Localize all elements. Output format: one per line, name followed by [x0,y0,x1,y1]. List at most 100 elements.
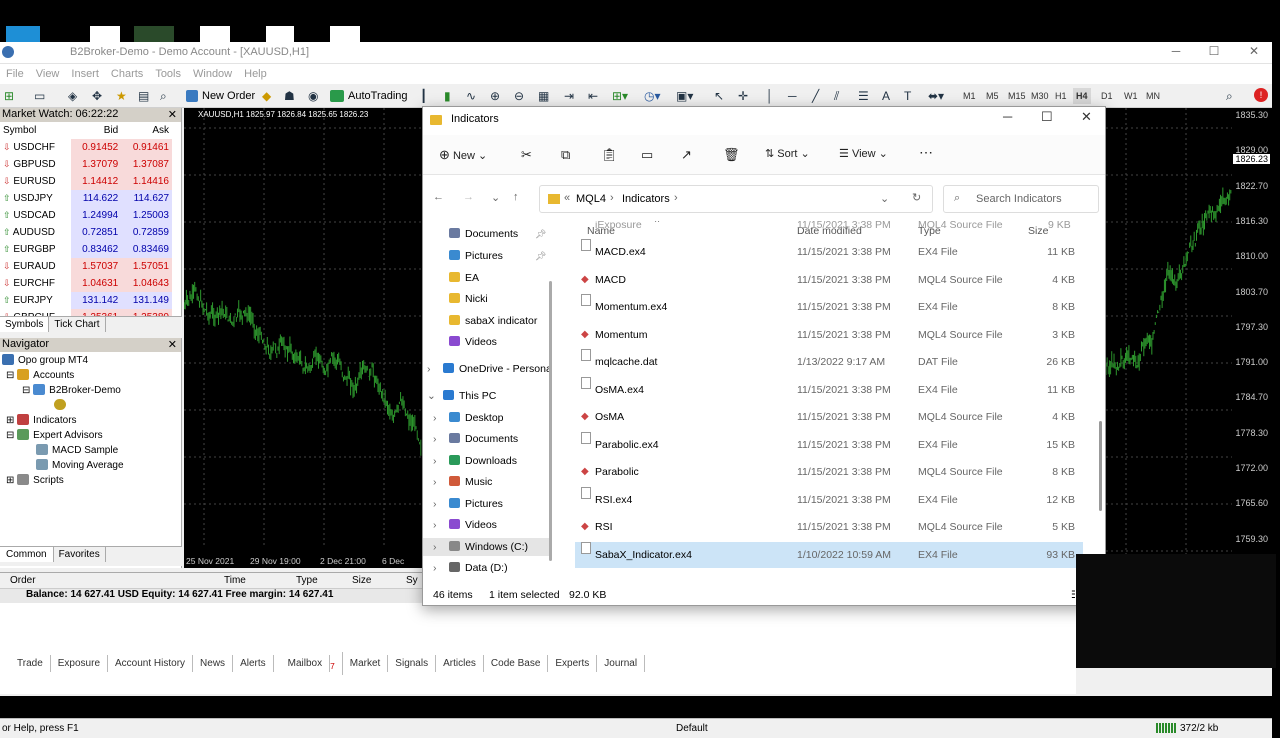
notifications-icon[interactable]: ! [1254,88,1268,102]
nav-root[interactable]: Opo group MT4 [2,354,88,366]
chevron-right-icon[interactable]: › [427,360,431,378]
taskbar-thumb[interactable] [330,26,360,42]
fibonacci-icon[interactable]: ☰ [858,88,869,104]
tab-market[interactable]: Market [343,655,389,672]
close-icon[interactable]: ✕ [168,338,177,351]
text-icon[interactable]: A [882,88,890,104]
nav-pane-item[interactable]: › OneDrive - Persona [423,360,552,378]
file-row[interactable]: ◆ Momentum 11/15/2021 3:38 PM MQL4 Source F… [575,322,1083,348]
bar-chart-icon[interactable]: ┃ [420,88,427,104]
nav-pane-item[interactable]: › Documents [423,430,551,448]
autotrading-button[interactable]: AutoTrading [328,88,408,104]
paste-icon[interactable]: 📋︎ [601,147,618,163]
more-icon[interactable]: ⋯ [919,144,933,161]
close-icon[interactable]: ✕ [1081,109,1092,125]
file-row[interactable]: mqlcache.dat 1/13/2022 9:17 AM DAT File 26 … [575,349,1083,375]
nav-pane-item[interactable]: sabaX indicator [423,312,551,330]
menu-help[interactable]: Help [238,64,273,80]
file-row[interactable]: ◆ MACD 11/15/2021 3:38 PM MQL4 Source File 4… [575,267,1083,293]
file-row-partial[interactable]: iExposure 11/15/2021 3:38 PM MQL4 Source F… [575,221,1083,238]
taskbar-thumb[interactable] [200,26,230,42]
tab-articles[interactable]: Articles [436,655,484,672]
sort-button[interactable]: ⇅ Sort ⌄ [765,147,810,160]
nav-pane-item[interactable]: Pictures 📌︎ [423,247,551,265]
indicators-icon[interactable]: ⊞▾ [612,88,628,104]
autoscroll-icon[interactable]: ⇥ [564,88,574,104]
nav-pane-item[interactable]: › Desktop [423,409,551,427]
cut-icon[interactable]: ✂ [521,147,532,163]
market-watch-row[interactable]: ⇩ USDCHF 0.91452 0.91461 [0,139,172,156]
tile-icon[interactable]: ▦ [538,88,549,104]
nav-pane-item[interactable]: › Downloads [423,452,551,470]
tab-tick-chart[interactable]: Tick Chart [49,317,106,332]
tab-common[interactable]: Common [0,547,54,562]
tab-account-history[interactable]: Account History [108,655,194,672]
col-symbol[interactable]: Sy [406,575,418,586]
templates-icon[interactable]: ▣▾ [676,88,693,104]
nav-account-user[interactable] [54,399,70,411]
back-icon[interactable]: ← [433,191,444,203]
nav-pane-item[interactable]: › Videos [423,516,551,534]
nav-pane-item[interactable]: Nicki [423,290,551,308]
file-row[interactable]: Momentum.ex4 11/15/2021 3:38 PM EX4 File 8 … [575,294,1083,320]
arrows-icon[interactable]: ⬌▾ [928,88,944,104]
tab-exposure[interactable]: Exposure [51,655,109,672]
file-row[interactable]: OsMA.ex4 11/15/2021 3:38 PM EX4 File 11 KB [575,376,1083,403]
file-row[interactable]: RSI.ex4 11/15/2021 3:38 PM EX4 File 12 KB [575,486,1083,513]
vertical-line-icon[interactable]: │ [766,88,774,104]
tab-code-base[interactable]: Code Base [484,655,549,672]
metaeditor-icon[interactable]: ◆ [262,88,271,104]
market-watch-row[interactable]: ⇩ EURAUD 1.57037 1.57051 [0,258,172,275]
market-watch-row[interactable]: ⇧ EURJPY 131.142 131.149 [0,292,172,309]
search-input[interactable]: ⌕ Search Indicators [943,185,1099,213]
nav-accounts[interactable]: ⊟ Accounts [6,369,74,381]
tab-symbols[interactable]: Symbols [0,317,50,332]
col-bid[interactable]: Bid [71,122,122,139]
maximize-icon[interactable]: ☐ [1206,44,1222,60]
copy-icon[interactable]: ⧉ [561,147,570,163]
tab-favorites[interactable]: Favorites [54,547,106,562]
menu-tools[interactable]: Tools [149,64,187,80]
chevron-right-icon[interactable]: › [433,516,437,534]
zoom-in-icon[interactable]: ⊕ [490,88,500,104]
profiles-icon[interactable]: ▭ [34,88,45,104]
scrollbar[interactable] [1099,421,1102,511]
terminal-icon[interactable]: ▤ [138,88,149,104]
chevron-right-icon[interactable]: › [433,538,437,556]
chevron-right-icon[interactable]: › [433,559,437,577]
delete-icon[interactable]: 🗑︎ [723,147,740,163]
market-watch-row[interactable]: ⇧ USDCAD 1.24994 1.25003 [0,207,172,224]
taskbar-thumb[interactable] [6,26,40,42]
nav-pane-item[interactable]: › Windows (C:) [423,538,551,556]
nav-account[interactable]: ⊟ B2Broker-Demo [22,384,121,396]
close-icon[interactable]: ✕ [1246,44,1262,60]
tf-m15[interactable]: M15 [1005,88,1029,104]
cursor-icon[interactable]: ↖ [714,88,724,104]
breadcrumb-indicators[interactable]: Indicators [622,193,670,205]
nav-ea-item[interactable]: MACD Sample [36,444,118,456]
chevron-right-icon[interactable]: › [433,430,437,448]
taskbar-thumb[interactable] [266,26,294,42]
favorites-icon[interactable]: ★ [116,88,127,104]
nav-expert-advisors[interactable]: ⊟ Expert Advisors [6,429,103,441]
candles-icon[interactable]: ▮ [444,88,451,104]
market-watch-icon[interactable]: ◈ [68,88,77,104]
chevron-down-icon[interactable]: ⌄ [427,387,436,405]
menu-window[interactable]: Window [187,64,238,80]
menu-file[interactable]: File [0,64,30,80]
nav-pane-item[interactable]: ⌄ This PC [423,387,551,405]
tf-w1[interactable]: W1 [1121,88,1141,104]
col-ask[interactable]: Ask [121,122,172,139]
menu-insert[interactable]: Insert [65,64,105,80]
chevron-right-icon[interactable]: › [433,409,437,427]
chevron-right-icon[interactable]: › [433,473,437,491]
new-button[interactable]: ⊕ New ⌄ [439,147,487,163]
minimize-icon[interactable]: ─ [1168,44,1184,60]
price-chart-right[interactable]: 1835.30 1829.00 1822.70 1816.30 1810.00 1803.… [1106,108,1272,596]
market-watch-row[interactable]: ⇧ AUDUSD 0.72851 0.72859 [0,224,172,241]
market-watch-row[interactable]: ⇧ USDJPY 114.622 114.627 [0,190,172,207]
chevron-right-icon[interactable]: › [433,452,437,470]
nav-pane-item[interactable]: › Data (D:) [423,559,551,577]
scrollbar[interactable] [549,281,552,561]
crosshair-icon[interactable]: ✛ [738,88,748,104]
